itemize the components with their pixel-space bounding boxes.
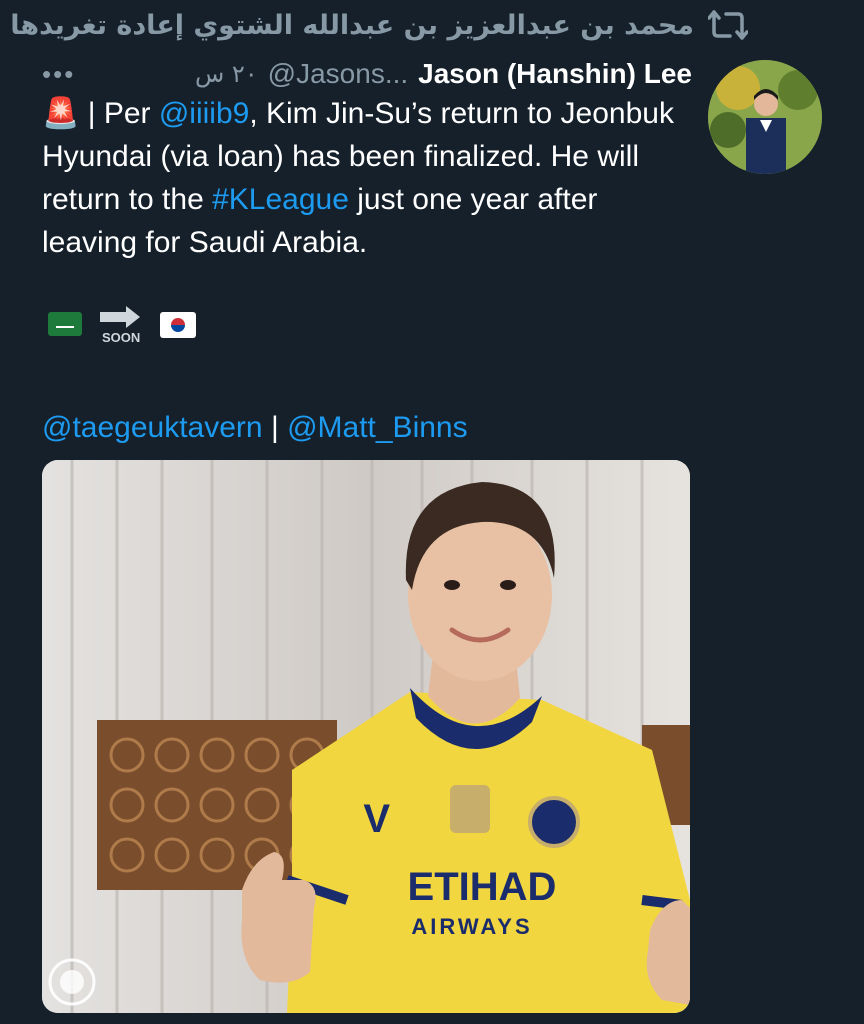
tweet-handle[interactable]: @Jasons... (268, 58, 408, 90)
tweet-screen: محمد بن عبدالعزيز بن عبدالله الشتوي إعاد… (0, 0, 864, 1024)
tweet-header: ••• ٢٠ س @Jasons... Jason (Hanshin) Lee (42, 58, 692, 90)
tweet-media-image[interactable]: V ETIHAD AIRWAYS (42, 460, 690, 1013)
retweet-context[interactable]: محمد بن عبدالعزيز بن عبدالله الشتوي إعاد… (10, 8, 748, 42)
jersey-brand-text: V (363, 797, 390, 841)
mention-matt-binns[interactable]: @Matt_Binns (287, 411, 468, 444)
hashtag-link[interactable]: #KLeague (212, 183, 349, 216)
soon-label: SOON (102, 330, 141, 345)
retweet-icon (708, 10, 748, 40)
tweet-text-part1: | Per (79, 97, 159, 130)
saudi-flag-icon (48, 312, 82, 336)
tweet-display-name[interactable]: Jason (Hanshin) Lee (418, 58, 692, 90)
mentions-row: @taegeuktavern | @Matt_Binns (42, 408, 692, 448)
tweet-time[interactable]: ٢٠ س (195, 60, 258, 88)
siren-emoji-icon: 🚨 (42, 97, 80, 130)
avatar[interactable] (708, 60, 822, 174)
south-korea-flag-icon (160, 312, 196, 338)
tweet-text: 🚨 | Per @iiiib9, Kim Jin-Su’s return to … (42, 92, 692, 264)
player-photo: V ETIHAD AIRWAYS (42, 460, 690, 1013)
avatar-photo (708, 60, 822, 174)
retweet-by-text: محمد بن عبدالعزيز بن عبدالله الشتوي إعاد… (10, 9, 694, 41)
mentions-separator: | (270, 411, 279, 444)
tweet-body: ••• ٢٠ س @Jasons... Jason (Hanshin) Lee … (42, 58, 692, 448)
more-options-icon[interactable]: ••• (42, 59, 75, 90)
mention-taegeuktavern[interactable]: @taegeuktavern (42, 411, 263, 444)
mention-link[interactable]: @iiiib9 (159, 97, 249, 130)
emoji-row: SOON (42, 306, 692, 356)
jersey-sponsor-line1: ETIHAD (408, 865, 557, 909)
jersey-sponsor-line2: AIRWAYS (411, 914, 532, 939)
